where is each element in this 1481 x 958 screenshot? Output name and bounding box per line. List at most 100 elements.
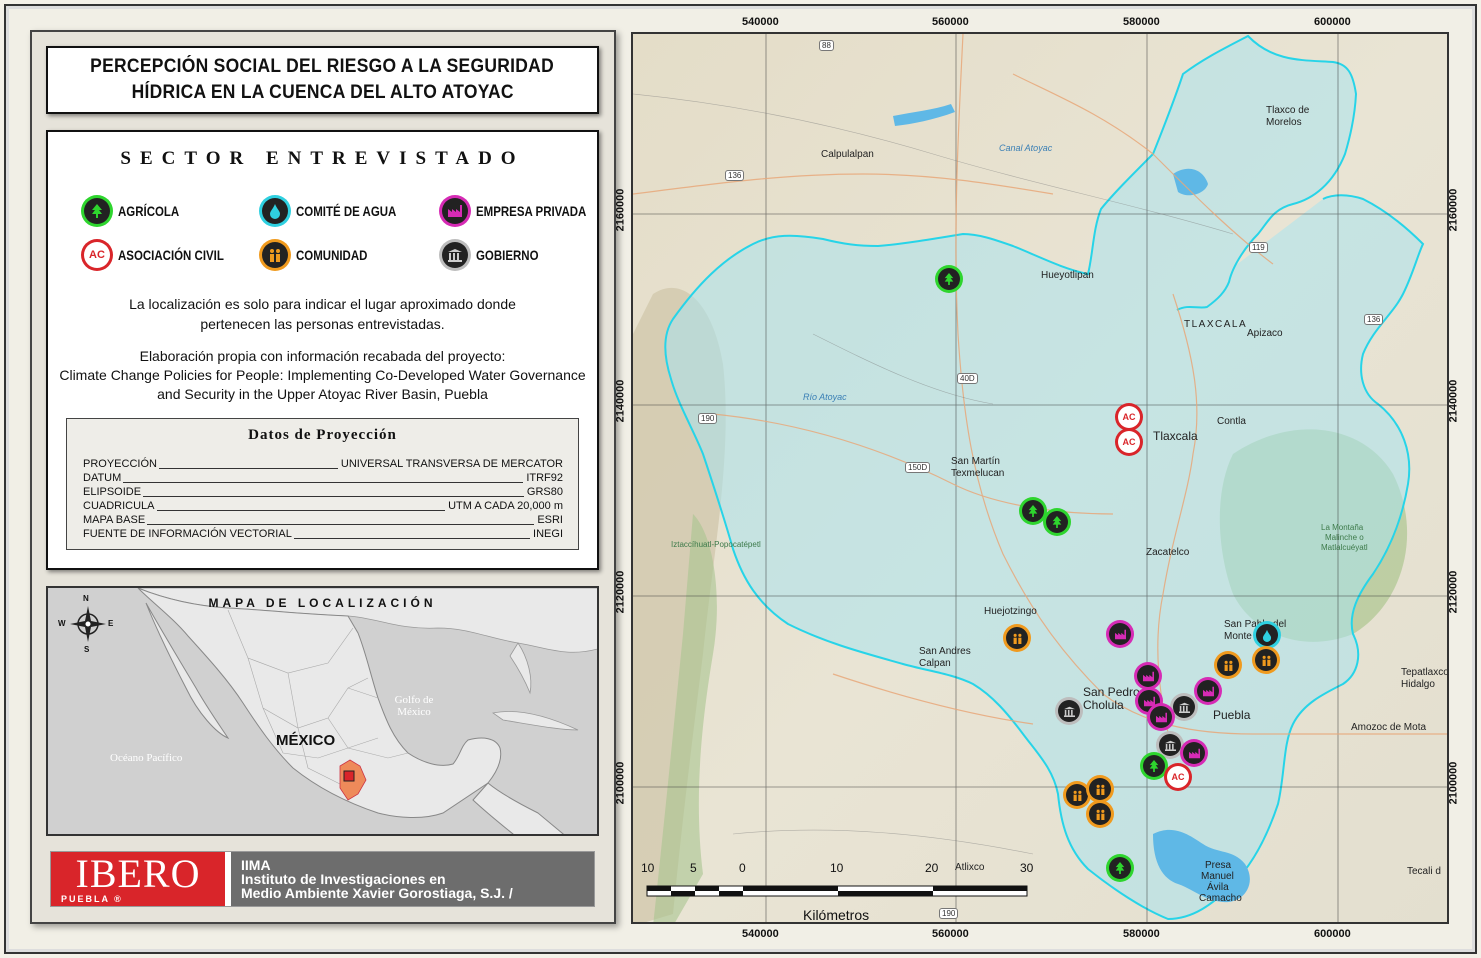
legend-item-asociacion: AC ASOCIACIÓN CIVIL bbox=[84, 242, 247, 268]
northing-right: 2140000 bbox=[1447, 379, 1460, 423]
iima-line-2: Instituto de Investigaciones en bbox=[241, 871, 446, 887]
place-label: San Andres bbox=[919, 646, 971, 657]
place-label: Camacho bbox=[1199, 893, 1242, 904]
place-label: San Pedro bbox=[1083, 685, 1140, 699]
road-shield: 119 bbox=[1249, 242, 1268, 253]
place-label: San Martín bbox=[951, 456, 1000, 467]
northing-left: 2160000 bbox=[614, 188, 627, 232]
legend-label-agricola: AGRÍCOLA bbox=[118, 203, 180, 219]
map-marker-factory-icon[interactable] bbox=[1197, 680, 1219, 702]
map-marker-building-icon[interactable] bbox=[1159, 734, 1181, 756]
road-shield: 150D bbox=[905, 462, 931, 473]
place-label: Canal Atoyac bbox=[999, 143, 1053, 153]
projection-value: UNIVERSAL TRANSVERSA DE MERCATOR bbox=[340, 458, 563, 470]
iima-acronym: IIMA bbox=[241, 857, 271, 873]
map-marker-tree-icon[interactable] bbox=[1109, 857, 1131, 879]
iima-org-block: IIMA Instituto de Investigaciones en Med… bbox=[231, 852, 594, 906]
map-marker-factory-icon[interactable] bbox=[1183, 742, 1205, 764]
people-icon bbox=[262, 242, 288, 268]
map-marker-people-icon[interactable] bbox=[1006, 627, 1028, 649]
source-note-line-3: and Security in the Upper Atoyac River B… bbox=[157, 386, 488, 402]
place-label: Amozoc de Mota bbox=[1351, 722, 1427, 733]
compass-n: N bbox=[83, 594, 89, 603]
map-marker-people-icon[interactable] bbox=[1217, 654, 1239, 676]
map-marker-people-icon[interactable] bbox=[1255, 649, 1277, 671]
iima-line-3: Medio Ambiente Xavier Gorostiaga, S.J. / bbox=[241, 885, 513, 901]
map-marker-tree-icon[interactable] bbox=[1022, 500, 1044, 522]
map-marker-water-drop-icon[interactable] bbox=[1256, 624, 1278, 646]
projection-row: ELIPSOIDE GRS80 bbox=[83, 486, 563, 499]
projection-key: CUADRICULA bbox=[83, 500, 155, 512]
map-title-line-2: HÍDRICA EN LA CUENCA DEL ALTO ATOYAC bbox=[131, 82, 514, 103]
road-shield: 190 bbox=[698, 413, 718, 424]
ocean-label: Océano Pacífico bbox=[110, 752, 183, 764]
map-marker-ac-icon[interactable]: AC bbox=[1167, 766, 1189, 788]
legend-label-comite: COMITÉ DE AGUA bbox=[296, 203, 397, 219]
gulf-label: Golfo de México bbox=[389, 694, 439, 718]
legend-label-asociacion: ASOCIACIÓN CIVIL bbox=[118, 247, 224, 263]
locator-map: MAPA DE LOCALIZACIÓN N S E W MÉXICO Golf… bbox=[46, 586, 599, 836]
locator-map-svg bbox=[48, 588, 597, 834]
legend-item-comite: COMITÉ DE AGUA bbox=[262, 198, 418, 224]
map-title-box: PERCEPCIÓN SOCIAL DEL RIESGO A LA SEGURI… bbox=[46, 46, 599, 114]
scale-tick-label: 0 bbox=[739, 861, 746, 875]
legend-item-comunidad: COMUNIDAD bbox=[262, 242, 383, 268]
easting-top: 580000 bbox=[1123, 16, 1160, 28]
gulf-label-1: Golfo de bbox=[394, 694, 434, 706]
legend-item-agricola: AGRÍCOLA bbox=[84, 198, 193, 224]
ibero-logo-red: IBERO PUEBLA ® bbox=[51, 852, 225, 906]
ibero-logo: IBERO PUEBLA ® IIMA Instituto de Investi… bbox=[50, 851, 595, 907]
projection-key: MAPA BASE bbox=[83, 514, 146, 526]
scale-tick-label: 10 bbox=[641, 861, 655, 875]
road-shield: 136 bbox=[725, 170, 745, 181]
map-marker-tree-icon[interactable] bbox=[938, 268, 960, 290]
map-marker-people-icon[interactable] bbox=[1089, 778, 1111, 800]
place-label: Hueyotlipan bbox=[1041, 270, 1094, 281]
map-marker-ac-icon[interactable]: AC bbox=[1118, 406, 1140, 428]
projection-key: FUENTE DE INFORMACIÓN VECTORIAL bbox=[83, 528, 292, 540]
ibero-sub: PUEBLA ® bbox=[61, 894, 123, 904]
map-marker-factory-icon[interactable] bbox=[1150, 706, 1172, 728]
northing-left: 2140000 bbox=[614, 379, 627, 423]
source-note-line-1: Elaboración propia con información recab… bbox=[139, 348, 506, 364]
main-map[interactable]: 10 5 0 10 20 30 Kilómetros 88 136 119 13… bbox=[631, 32, 1449, 924]
main-map-svg bbox=[633, 34, 1447, 922]
map-marker-people-icon[interactable] bbox=[1066, 784, 1088, 806]
place-label: Tlaxcala bbox=[1153, 429, 1198, 443]
map-marker-ac-icon[interactable]: AC bbox=[1118, 431, 1140, 453]
projection-value: GRS80 bbox=[526, 486, 563, 498]
projection-value: UTM A CADA 20,000 m bbox=[448, 500, 563, 512]
factory-icon bbox=[442, 198, 468, 224]
map-marker-tree-icon[interactable] bbox=[1046, 511, 1068, 533]
projection-row: CUADRICULA UTM A CADA 20,000 m bbox=[83, 500, 563, 513]
compass-e: E bbox=[108, 619, 114, 628]
place-label: Tlaxco de bbox=[1266, 105, 1310, 116]
gulf-label-2: México bbox=[397, 706, 431, 718]
place-label: San Pablo del bbox=[1224, 619, 1287, 630]
northing-left: 2100000 bbox=[614, 761, 627, 805]
place-label: Río Atoyac bbox=[803, 392, 847, 402]
legend-label-gobierno: GOBIERNO bbox=[476, 247, 539, 263]
map-marker-building-icon[interactable] bbox=[1173, 696, 1195, 718]
northing-right: 2160000 bbox=[1447, 188, 1460, 232]
easting-top: 560000 bbox=[932, 16, 969, 28]
source-note-line-2: Climate Change Policies for People: Impl… bbox=[59, 367, 586, 383]
place-label: Calpulalpan bbox=[821, 149, 874, 160]
northing-right: 2100000 bbox=[1447, 761, 1460, 805]
scale-tick-label: 5 bbox=[690, 861, 697, 875]
map-marker-people-icon[interactable] bbox=[1089, 803, 1111, 825]
place-label: Puebla bbox=[1213, 708, 1251, 722]
projection-key: ELIPSOIDE bbox=[83, 486, 142, 498]
easting-bottom: 600000 bbox=[1314, 928, 1351, 940]
country-label: MÉXICO bbox=[276, 732, 336, 749]
place-label: Contla bbox=[1217, 416, 1246, 427]
locator-title: MAPA DE LOCALIZACIÓN bbox=[208, 596, 437, 610]
map-marker-factory-icon[interactable] bbox=[1137, 665, 1159, 687]
place-label: Matlalcuéyatl bbox=[1321, 543, 1368, 552]
map-marker-building-icon[interactable] bbox=[1058, 700, 1080, 722]
map-marker-tree-icon[interactable] bbox=[1143, 755, 1165, 777]
map-marker-factory-icon[interactable] bbox=[1109, 623, 1131, 645]
place-label: Calpan bbox=[919, 658, 951, 669]
place-label: TLAXCALA bbox=[1184, 319, 1248, 330]
place-label: Zacatelco bbox=[1146, 547, 1190, 558]
